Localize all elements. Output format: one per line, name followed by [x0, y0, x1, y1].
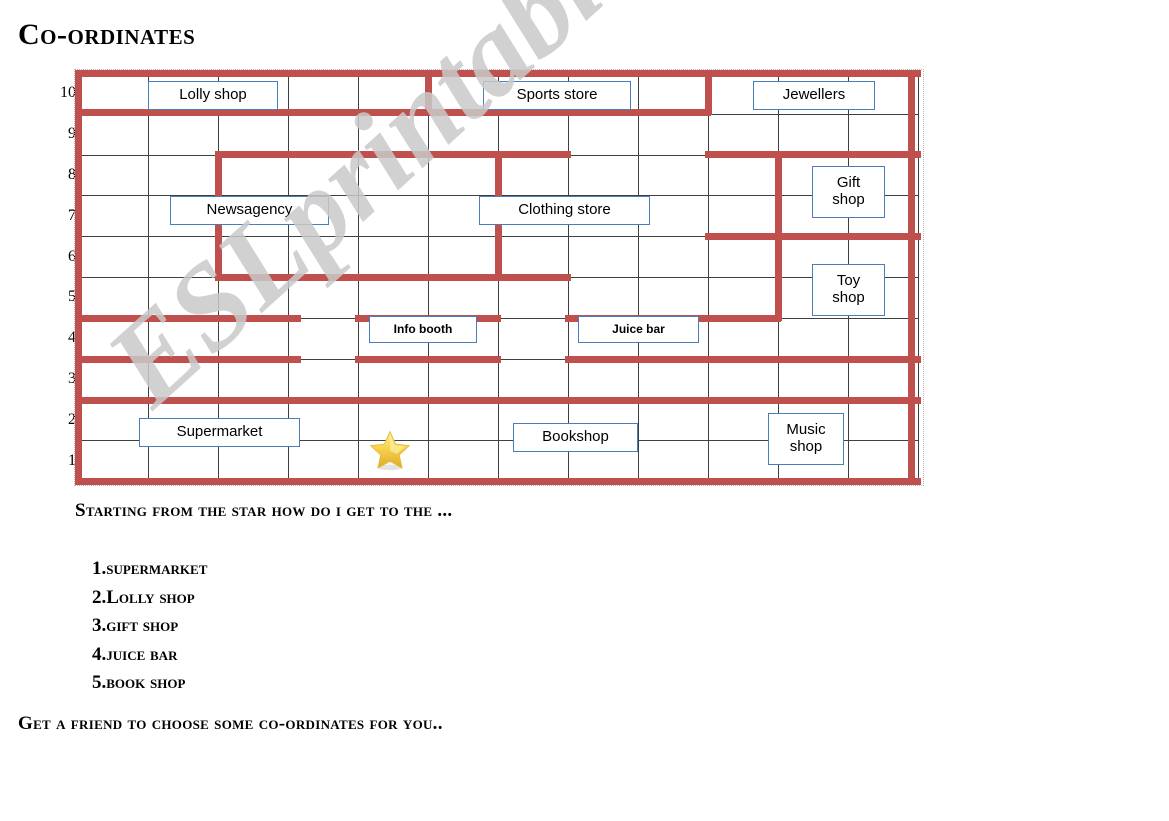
- star-icon: [368, 428, 412, 472]
- y-axis-label-2: 2: [68, 410, 76, 428]
- wall-segment-horizontal: [705, 356, 921, 363]
- shop-label-info-booth: Info booth: [369, 316, 477, 343]
- task-label: supermarket: [106, 558, 208, 579]
- task-number: 1.: [92, 558, 107, 579]
- wall-segment-vertical: [75, 70, 82, 484]
- shop-label-gift-shop: Gift shop: [812, 166, 885, 218]
- task-list-item: 3.gift shop: [92, 612, 492, 641]
- y-axis-label-5: 5: [68, 288, 76, 306]
- wall-segment-horizontal: [215, 151, 571, 158]
- wall-segment-horizontal: [75, 109, 365, 116]
- task-label: juice bar: [106, 643, 178, 665]
- task-label: book shop: [106, 672, 186, 693]
- coordinate-map: 10 9 8 7 6 5 4 3 2 1 Lolly shop Sports store Jewell…: [0, 0, 1169, 500]
- wall-segment-vertical: [908, 70, 915, 484]
- y-axis-label-8: 8: [68, 166, 76, 183]
- y-axis-label-3: 3: [68, 370, 76, 387]
- wall-segment-horizontal: [705, 233, 921, 240]
- shop-label-jewellers: Jewellers: [753, 81, 875, 110]
- y-axis-label-6: 6: [68, 247, 76, 265]
- shop-label-bookshop: Bookshop: [513, 423, 638, 452]
- wall-segment-horizontal: [355, 397, 501, 404]
- task-label: gift shop: [106, 615, 179, 636]
- task-number: 2.: [92, 586, 107, 608]
- worksheet-page: Co-ordinates ESLprintables.com 109876543…: [0, 0, 1169, 821]
- shop-label-supermarket: Supermarket: [139, 418, 300, 447]
- shop-label-sports-store: Sports store: [483, 81, 631, 110]
- y-axis-label-10: 10: [60, 84, 76, 102]
- task-list-item: 2.Lolly shop: [92, 584, 492, 613]
- wall-segment-vertical: [705, 70, 712, 115]
- wall-segment-vertical: [775, 151, 782, 321]
- shop-label-toy-shop: Toy shop: [812, 264, 885, 316]
- task-label: Lolly shop: [106, 586, 195, 608]
- shop-label-lolly-shop: Lolly shop: [148, 81, 278, 110]
- shop-label-music-shop: Music shop: [768, 413, 844, 465]
- shop-label-clothing-store: Clothing store: [479, 196, 650, 225]
- task-number: 4.: [92, 643, 107, 665]
- shop-label-newsagency: Newsagency: [170, 196, 329, 225]
- wall-segment-horizontal: [355, 356, 501, 363]
- task-number: 5.: [92, 672, 107, 693]
- task-number: 3.: [92, 615, 107, 636]
- wall-segment-horizontal: [75, 356, 301, 363]
- prompt-friend: Get a friend to choose some co-ordinates…: [18, 713, 443, 734]
- y-axis-label-9: 9: [68, 125, 76, 143]
- wall-segment-horizontal: [75, 315, 301, 322]
- task-list-item: 4.juice bar: [92, 641, 492, 670]
- wall-segment-vertical: [425, 70, 432, 115]
- y-axis-label-1: 1: [68, 451, 76, 469]
- wall-segment-horizontal: [359, 109, 571, 116]
- wall-segment-horizontal: [565, 109, 711, 116]
- y-axis-label-4: 4: [68, 329, 76, 347]
- y-axis-label-7: 7: [68, 206, 76, 224]
- y-axis: 10 9 8 7 6 5 4 3 2 1: [40, 73, 76, 481]
- task-list: 1.supermarket 2.Lolly shop 3.gift shop 4.ju…: [92, 555, 492, 698]
- shop-label-juice-bar: Juice bar: [578, 316, 699, 343]
- wall-segment-horizontal: [705, 151, 921, 158]
- wall-segment-horizontal: [75, 478, 921, 485]
- prompt-main: Starting from the star how do i get to t…: [75, 500, 453, 521]
- task-list-item: 1.supermarket: [92, 555, 492, 584]
- wall-segment-horizontal: [75, 70, 921, 77]
- task-list-item: 5.book shop: [92, 669, 492, 698]
